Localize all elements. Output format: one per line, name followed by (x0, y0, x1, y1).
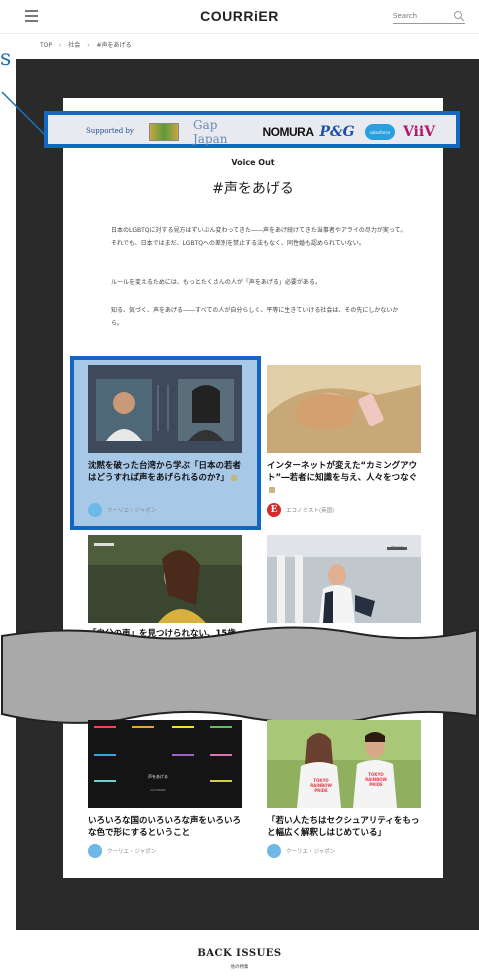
shirt-text: TOKYO RAINBOW PRIDE (310, 778, 332, 793)
section-title: #声をあげる (212, 181, 294, 197)
author-name[interactable]: クーリエ・ジャポン (286, 847, 335, 855)
back-issues-title[interactable]: BACK ISSUES (0, 948, 479, 959)
author-name[interactable]: クーリエ・ジャポン (107, 506, 156, 514)
article-thumbnail[interactable] (88, 365, 242, 453)
article-author[interactable]: クーリエ・ジャポン (267, 844, 335, 858)
intro-paragraph: 知る、気づく、声をあげる――すべての人が自分らしく、平等に生きていける社会は、そ… (111, 307, 399, 327)
sponsor-logo[interactable] (149, 123, 179, 141)
article-title-text[interactable]: インターネットが変えた“カミングアウト”―若者に知識を与え、人々をつなぐ (267, 461, 417, 483)
breadcrumb-society[interactable]: 社会 (68, 42, 80, 49)
woman-phone-image (267, 365, 421, 453)
colorful-voices-image (88, 720, 242, 808)
sponsors-label: Supported by (86, 127, 134, 135)
article-title[interactable]: 沈黙を破った台湾から学ぶ「日本の若者はどうすれば声をあげられるのか?」 (88, 460, 248, 484)
article-title[interactable]: 「若い人たちはセクシュアリティをもっと幅広く解釈しはじめている」 (267, 815, 425, 839)
intro-paragraph: ルールを変えるためには、もっとたくさんの人が「声をあげる」必要がある。 (111, 279, 321, 286)
breadcrumb-separator: › (87, 42, 90, 49)
girl-portrait-image (88, 535, 242, 623)
video-call-image (88, 365, 242, 453)
author-avatar (88, 844, 102, 858)
article-thumbnail[interactable]: TOKYO RAINBOW PRIDE TOKYO RAINBOW PRIDE (267, 720, 421, 808)
section-kicker: Voice Out (231, 158, 275, 167)
article-thumbnail[interactable] (267, 365, 421, 453)
search-icon[interactable] (453, 10, 465, 22)
sponsor-salesforce[interactable]: salesforce (365, 124, 395, 140)
author-name[interactable]: エコノミスト(英国) (286, 506, 334, 514)
economist-icon: E (267, 503, 281, 517)
thumb-text: COURRiER (150, 788, 166, 792)
sponsor-nomura[interactable]: NOMURA (260, 121, 316, 143)
search-input[interactable] (393, 10, 453, 22)
article-title[interactable]: インターネットが変えた“カミングアウト”―若者に知識を与え、人々をつなぐ (267, 460, 425, 496)
search-box[interactable] (393, 10, 465, 24)
intro-paragraph: 日本のLGBTQに対する見方はずいぶん変わってきた――声をあげ続けてきた当事者や… (111, 227, 407, 247)
breadcrumb-top[interactable]: TOP (40, 42, 52, 49)
lock-icon (230, 474, 237, 481)
page: COURRiER TOP › 社会 › #声をあげる s Supported b… (0, 0, 479, 977)
thumb-text: 声をあげる (148, 774, 168, 779)
author-avatar (267, 844, 281, 858)
annotation-glyph: s (0, 46, 12, 71)
article-author[interactable]: E エコノミスト(英国) (267, 503, 334, 517)
shirt-text: TOKYO RAINBOW PRIDE (365, 772, 387, 787)
author-avatar (88, 503, 102, 517)
article-thumbnail[interactable] (88, 535, 242, 623)
breadcrumb-current: #声をあげる (96, 42, 132, 49)
sponsor-viiv[interactable]: ViiV (403, 121, 435, 143)
sponsor-gap-japan[interactable]: Gap Japan (193, 118, 253, 146)
pride-couple-image (267, 720, 421, 808)
author-name[interactable]: クーリエ・ジャポン (107, 847, 156, 855)
back-issues-subtitle: 他の特集 (230, 965, 249, 970)
callout-shape (1, 626, 478, 725)
article-thumbnail[interactable]: 声をあげる COURRiER (88, 720, 242, 808)
article-title[interactable]: いろいろな国のいろいろな声をいろいろな色で形にするということ (88, 815, 248, 839)
sponsors-bar: Supported by Gap Japan NOMURA P&G salesf… (44, 111, 460, 148)
article-title-text[interactable]: 沈黙を破った台湾から学ぶ「日本の若者はどうすれば声をあげられるのか?」 (88, 461, 241, 483)
breadcrumb-separator: › (58, 42, 62, 49)
article-author[interactable]: クーリエ・ジャポン (88, 503, 156, 517)
breadcrumb: TOP › 社会 › #声をあげる (40, 40, 137, 49)
article-author[interactable]: クーリエ・ジャポン (88, 844, 156, 858)
lock-icon (269, 486, 275, 493)
sponsor-pg[interactable]: P&G (319, 121, 354, 143)
thumb-label: クーリエ (391, 545, 404, 549)
site-header: COURRiER (0, 0, 479, 34)
